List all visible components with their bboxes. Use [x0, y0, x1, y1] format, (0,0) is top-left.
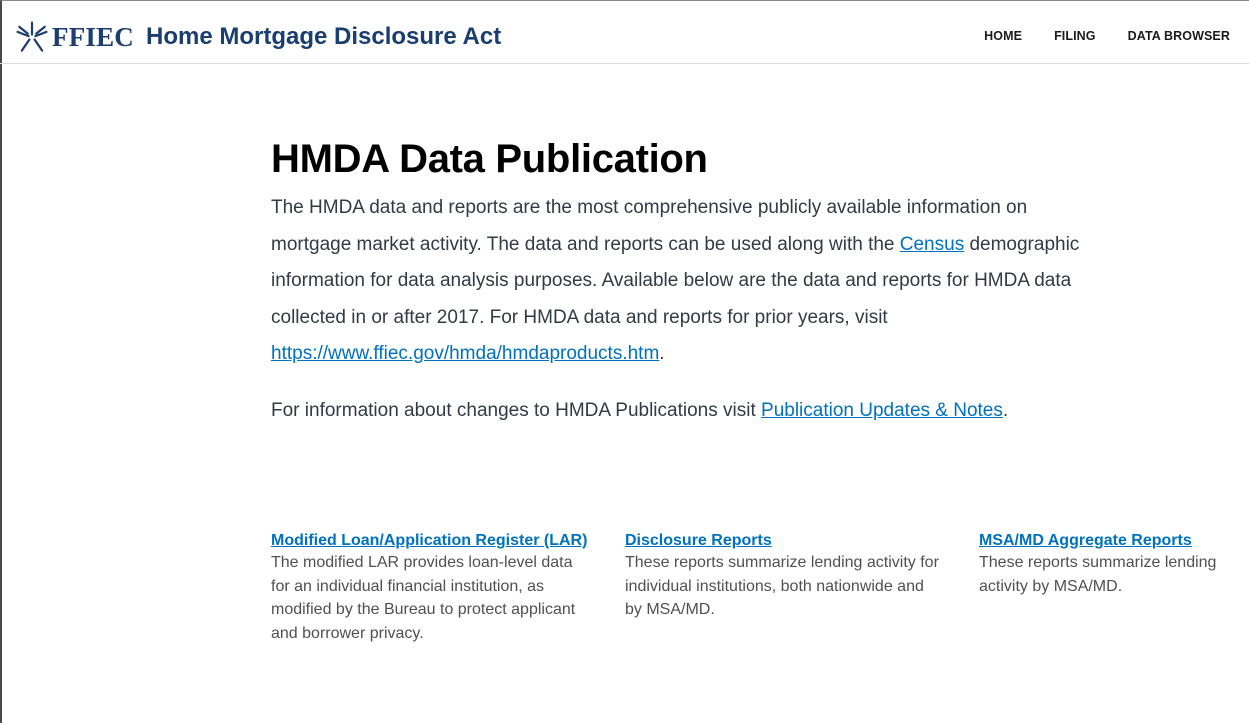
card-disclosure-reports: Disclosure Reports These reports summari…: [625, 530, 945, 645]
msa-md-aggregate-link[interactable]: MSA/MD Aggregate Reports: [979, 530, 1249, 551]
disclosure-reports-link[interactable]: Disclosure Reports: [625, 530, 945, 551]
modified-lar-link[interactable]: Modified Loan/Application Register (LAR): [271, 530, 591, 551]
top-nav: HOME FILING DATA BROWSER: [952, 29, 1230, 43]
publication-cards: Modified Loan/Application Register (LAR)…: [271, 530, 1249, 645]
main-content: HMDA Data Publication The HMDA data and …: [271, 133, 1101, 429]
nav-home[interactable]: HOME: [984, 29, 1022, 43]
page-title: HMDA Data Publication: [271, 137, 708, 181]
card-description: These reports summarize lending activity…: [979, 554, 1217, 595]
nav-filing[interactable]: FILING: [1054, 29, 1096, 43]
card-description: The modified LAR provides loan-level dat…: [271, 554, 576, 642]
card-modified-lar: Modified Loan/Application Register (LAR)…: [271, 530, 591, 645]
hmda-products-link[interactable]: https://www.ffiec.gov/hmda/hmdaproducts.…: [271, 343, 659, 364]
nav-data-browser[interactable]: DATA BROWSER: [1128, 29, 1230, 43]
brand-ffiec-text: FFIEC: [52, 21, 134, 52]
updates-prefix: For information about changes to HMDA Pu…: [271, 399, 762, 421]
census-link[interactable]: Census: [900, 234, 964, 255]
card-msa-md-aggregate: MSA/MD Aggregate Reports These reports s…: [979, 530, 1249, 645]
site-header: FFIEC Home Mortgage Disclosure Act HOME …: [0, 0, 1249, 64]
card-description: These reports summarize lending activity…: [625, 554, 939, 618]
intro-text-3: .: [659, 343, 665, 364]
publication-updates-link[interactable]: Publication Updates & Notes: [761, 400, 1003, 421]
home-logo-link[interactable]: FFIEC Home Mortgage Disclosure Act: [15, 20, 501, 54]
intro-paragraph: The HMDA data and reports are the most c…: [271, 190, 1096, 373]
ffiec-star-icon: [16, 21, 48, 52]
brand-title: Home Mortgage Disclosure Act: [146, 23, 502, 50]
updates-paragraph: For information about changes to HMDA Pu…: [271, 393, 1101, 429]
updates-suffix: .: [1002, 399, 1009, 421]
